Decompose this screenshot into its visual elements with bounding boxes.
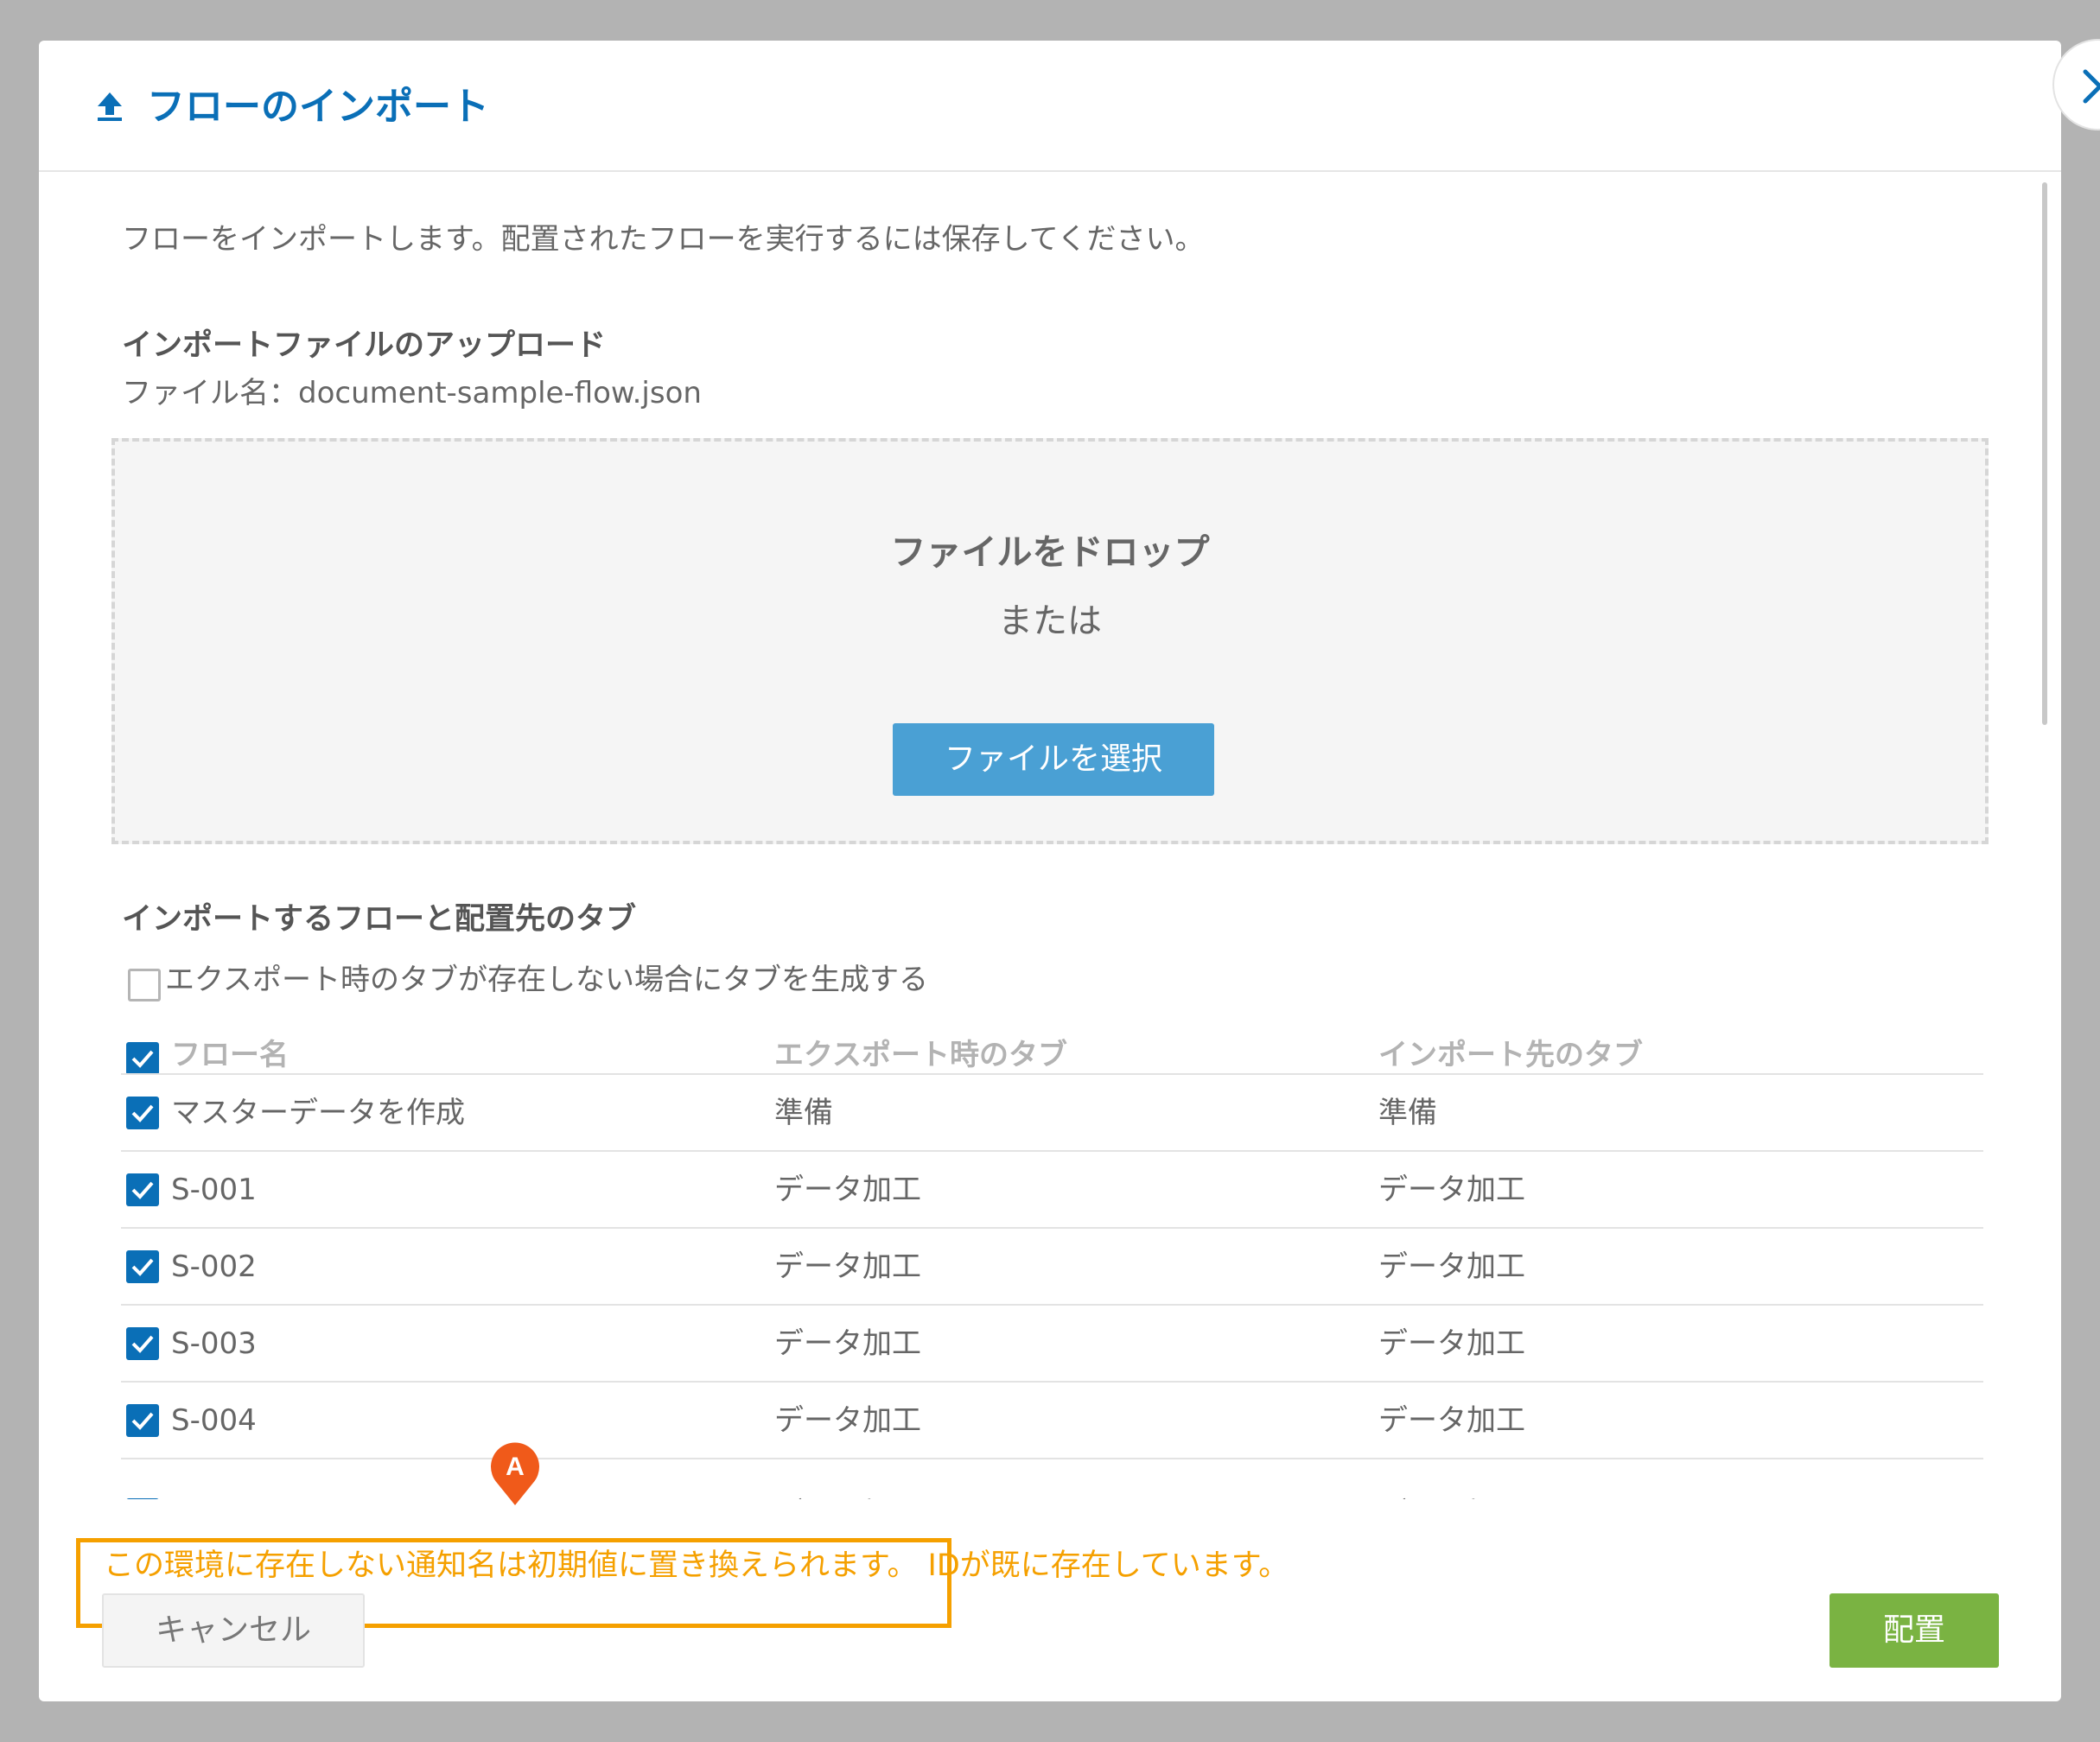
cancel-button[interactable]: キャンセル: [102, 1593, 365, 1668]
file-name: ファイル名：document-sample-flow.json: [122, 376, 702, 410]
table-row: S-005 データ加工 データ加工: [121, 1475, 1983, 1499]
export-tab: データ加工: [774, 1492, 921, 1499]
flow-name: S-005: [171, 1492, 257, 1499]
intro-text: フローをインポートします。配置されたフローを実行するには保存してください。: [122, 222, 1205, 257]
import-tab[interactable]: データ加工: [1378, 1322, 1525, 1365]
export-tab: データ加工: [774, 1173, 921, 1207]
table-row: S-002 データ加工 データ加工: [121, 1229, 1983, 1305]
annotation-marker-a: A: [488, 1438, 542, 1510]
row-divider: [121, 1458, 1983, 1459]
export-tab: データ加工: [774, 1403, 921, 1438]
row-checkbox[interactable]: [126, 1250, 159, 1283]
import-tab[interactable]: 準備: [1378, 1091, 1437, 1135]
generate-tab-label: エクスポート時のタブが存在しない場合にタブを生成する: [165, 963, 928, 997]
generate-tab-checkbox[interactable]: [128, 969, 161, 1001]
table-row: S-001 データ加工 データ加工: [121, 1152, 1983, 1228]
table-row: S-003 データ加工 データ加工: [121, 1306, 1983, 1382]
flow-name: S-002: [171, 1249, 257, 1284]
table-row: S-004 データ加工 データ加工: [121, 1383, 1983, 1459]
flows-section-title: インポートするフローと配置先のタブ: [122, 902, 637, 937]
row-checkbox[interactable]: [126, 1173, 159, 1206]
export-tab: 準備: [774, 1096, 833, 1130]
row-checkbox[interactable]: [126, 1327, 159, 1360]
import-flow-dialog: フローのインポート フローをインポートします。配置されたフローを実行するには保存…: [39, 39, 2100, 1701]
warning-text-id-exists: IDが既に存在しています。: [927, 1548, 1289, 1583]
dialog-header: フローのインポート: [39, 41, 2061, 172]
row-checkbox[interactable]: [126, 1498, 159, 1499]
annotation-marker-label: A: [506, 1453, 525, 1481]
flow-name: S-003: [171, 1326, 257, 1361]
row-checkbox[interactable]: [126, 1097, 159, 1129]
drop-text: ファイルをドロップ: [890, 531, 1210, 573]
dialog-title: フローのインポート: [147, 85, 489, 129]
table-row: マスターデータを作成 準備 準備: [121, 1075, 1983, 1151]
or-text: または: [998, 601, 1102, 641]
flow-name: S-004: [171, 1403, 257, 1438]
flow-name: マスターデータを作成: [171, 1096, 465, 1130]
deploy-button[interactable]: 配置: [1830, 1593, 1999, 1668]
file-drop-zone[interactable]: ファイルをドロップ または ファイルを選択: [111, 438, 1989, 844]
upload-icon: [94, 91, 125, 125]
column-header-flow-name: フロー名: [171, 1038, 289, 1072]
import-tab[interactable]: データ加工: [1378, 1168, 1525, 1211]
export-tab: データ加工: [774, 1249, 921, 1284]
select-all-checkbox[interactable]: [126, 1042, 159, 1075]
column-header-export-tab: エクスポート時のタブ: [774, 1038, 1067, 1072]
import-tab[interactable]: データ加工: [1378, 1245, 1525, 1288]
upload-section-title: インポートファイルのアップロード: [122, 328, 607, 363]
flow-name: S-001: [171, 1173, 257, 1207]
export-tab: データ加工: [774, 1326, 921, 1361]
select-file-button[interactable]: ファイルを選択: [893, 723, 1214, 796]
import-tab[interactable]: データ加工: [1378, 1492, 1525, 1499]
row-checkbox[interactable]: [126, 1404, 159, 1437]
import-tab[interactable]: データ加工: [1378, 1399, 1525, 1442]
scrollbar[interactable]: [2042, 182, 2047, 725]
column-header-import-tab: インポート先のタブ: [1378, 1038, 1643, 1072]
